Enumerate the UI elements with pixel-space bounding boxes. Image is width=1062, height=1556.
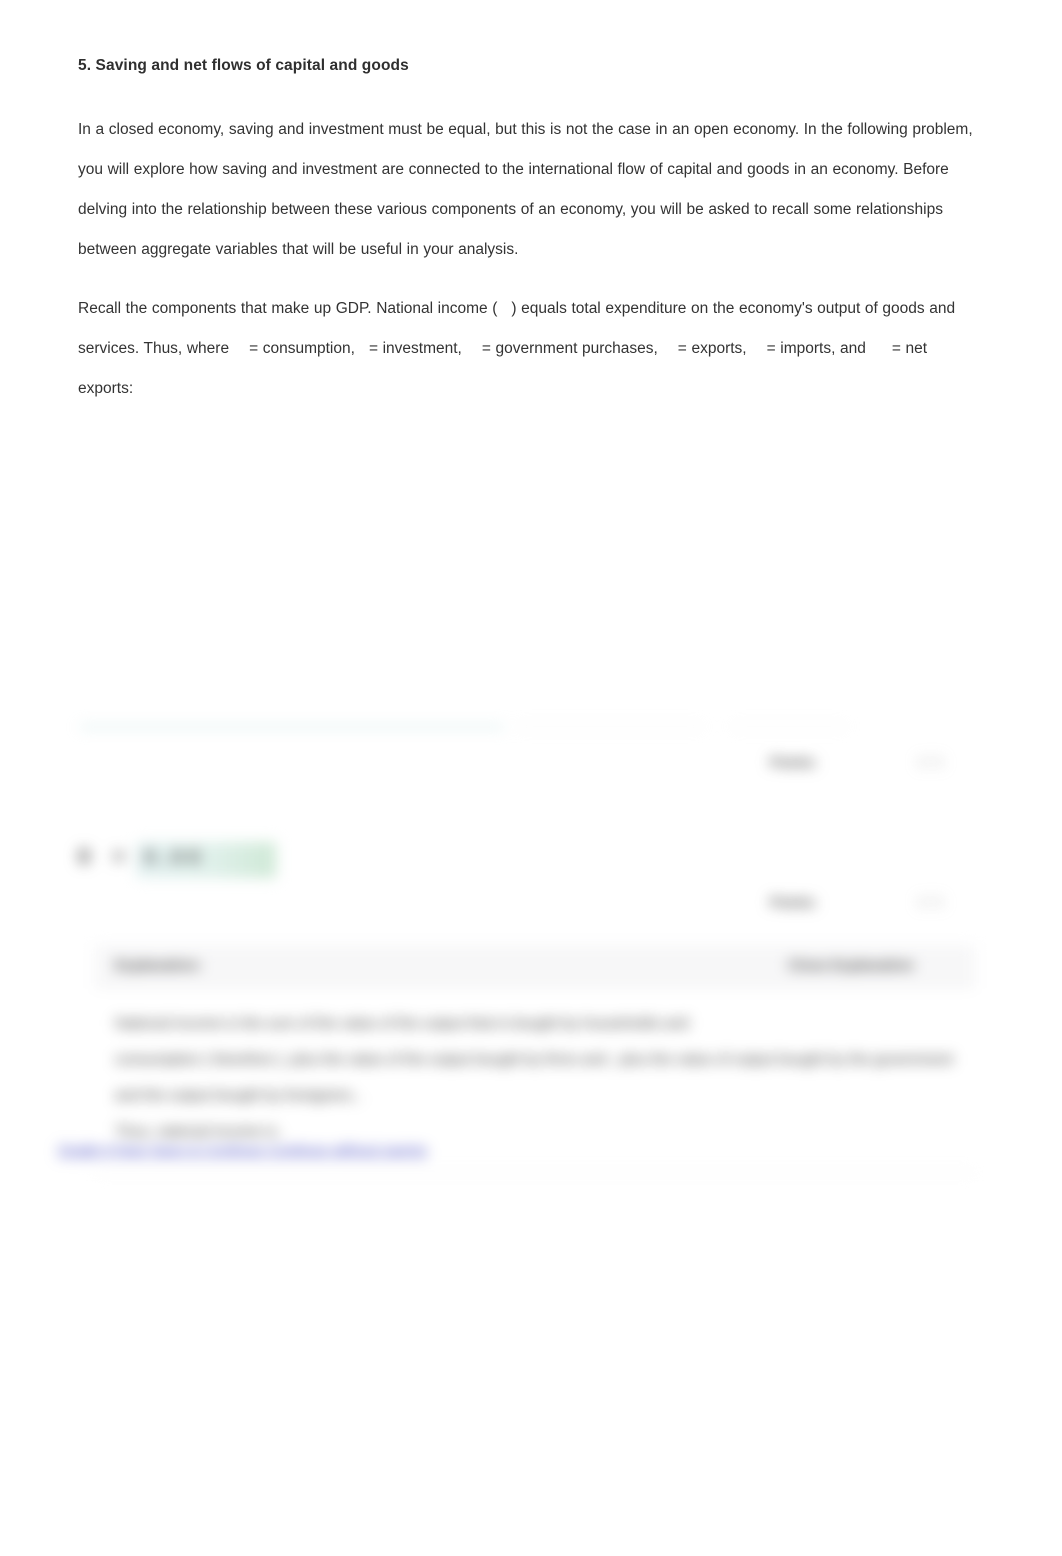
explanation-line: National income is the sum of the value …	[115, 1015, 689, 1032]
points-label: Points:	[770, 894, 818, 910]
gdp-text-f: = exports,	[677, 340, 747, 358]
math-symbol-I-placeholder	[355, 338, 369, 354]
math-symbol-C-placeholder	[229, 338, 249, 354]
gdp-text-g: = imports, and	[766, 340, 866, 358]
progress-rule-teal	[80, 726, 504, 728]
score-prefix: 0 =	[78, 844, 134, 869]
points-row-first: Points: 1 / 1	[770, 754, 990, 776]
math-symbol-NX-placeholder	[866, 338, 892, 354]
close-explanation-button[interactable]: Close Explanation	[788, 958, 914, 974]
problem-paragraph-intro: In a closed economy, saving and investme…	[78, 121, 973, 259]
problem-paragraph-gdp: Recall the components that make up GDP. …	[78, 289, 978, 409]
points-value: 1 / 1	[918, 894, 944, 909]
math-symbol-G-placeholder	[462, 338, 482, 354]
divider-rule-a	[516, 726, 704, 727]
graded-answer-region: Points: 1 / 1 0 = 0.00 Points: 1 / 1 Exp…	[0, 690, 1062, 1210]
math-symbol-IM-placeholder	[747, 338, 767, 354]
explanation-line: consumption ( therefore ), plus the valu…	[115, 1051, 954, 1104]
grade-it-now-link[interactable]: Grade It Now Save & Continue Continue wi…	[58, 1142, 427, 1159]
problem-content: 5. Saving and net flows of capital and g…	[78, 56, 978, 428]
gdp-text-c: = consumption,	[249, 340, 355, 358]
document-page: 5. Saving and net flows of capital and g…	[0, 0, 1062, 1556]
score-chip: 0.00	[136, 842, 276, 878]
divider-rule-b	[730, 726, 848, 727]
points-label: Points:	[770, 754, 818, 770]
math-symbol-EX-placeholder	[658, 338, 678, 354]
explanation-header-label: Explanation:	[115, 958, 203, 974]
points-value: 1 / 1	[918, 754, 944, 769]
page-title: 5. Saving and net flows of capital and g…	[78, 57, 409, 74]
math-symbol-Y-placeholder	[497, 298, 511, 314]
gdp-text-d: = investment,	[368, 340, 462, 358]
explanation-table: Explanation: Close Explanation National …	[95, 945, 975, 1173]
explanation-table-header: Explanation: Close Explanation	[95, 945, 975, 988]
score-chip-value: 0.00	[144, 846, 205, 869]
score-expression: 0 = 0.00	[78, 842, 408, 882]
points-row-second: Points: 1 / 1	[770, 894, 990, 916]
gdp-text-e: = government purchases,	[481, 340, 658, 358]
gdp-text-a: Recall the components that make up GDP. …	[78, 300, 498, 318]
